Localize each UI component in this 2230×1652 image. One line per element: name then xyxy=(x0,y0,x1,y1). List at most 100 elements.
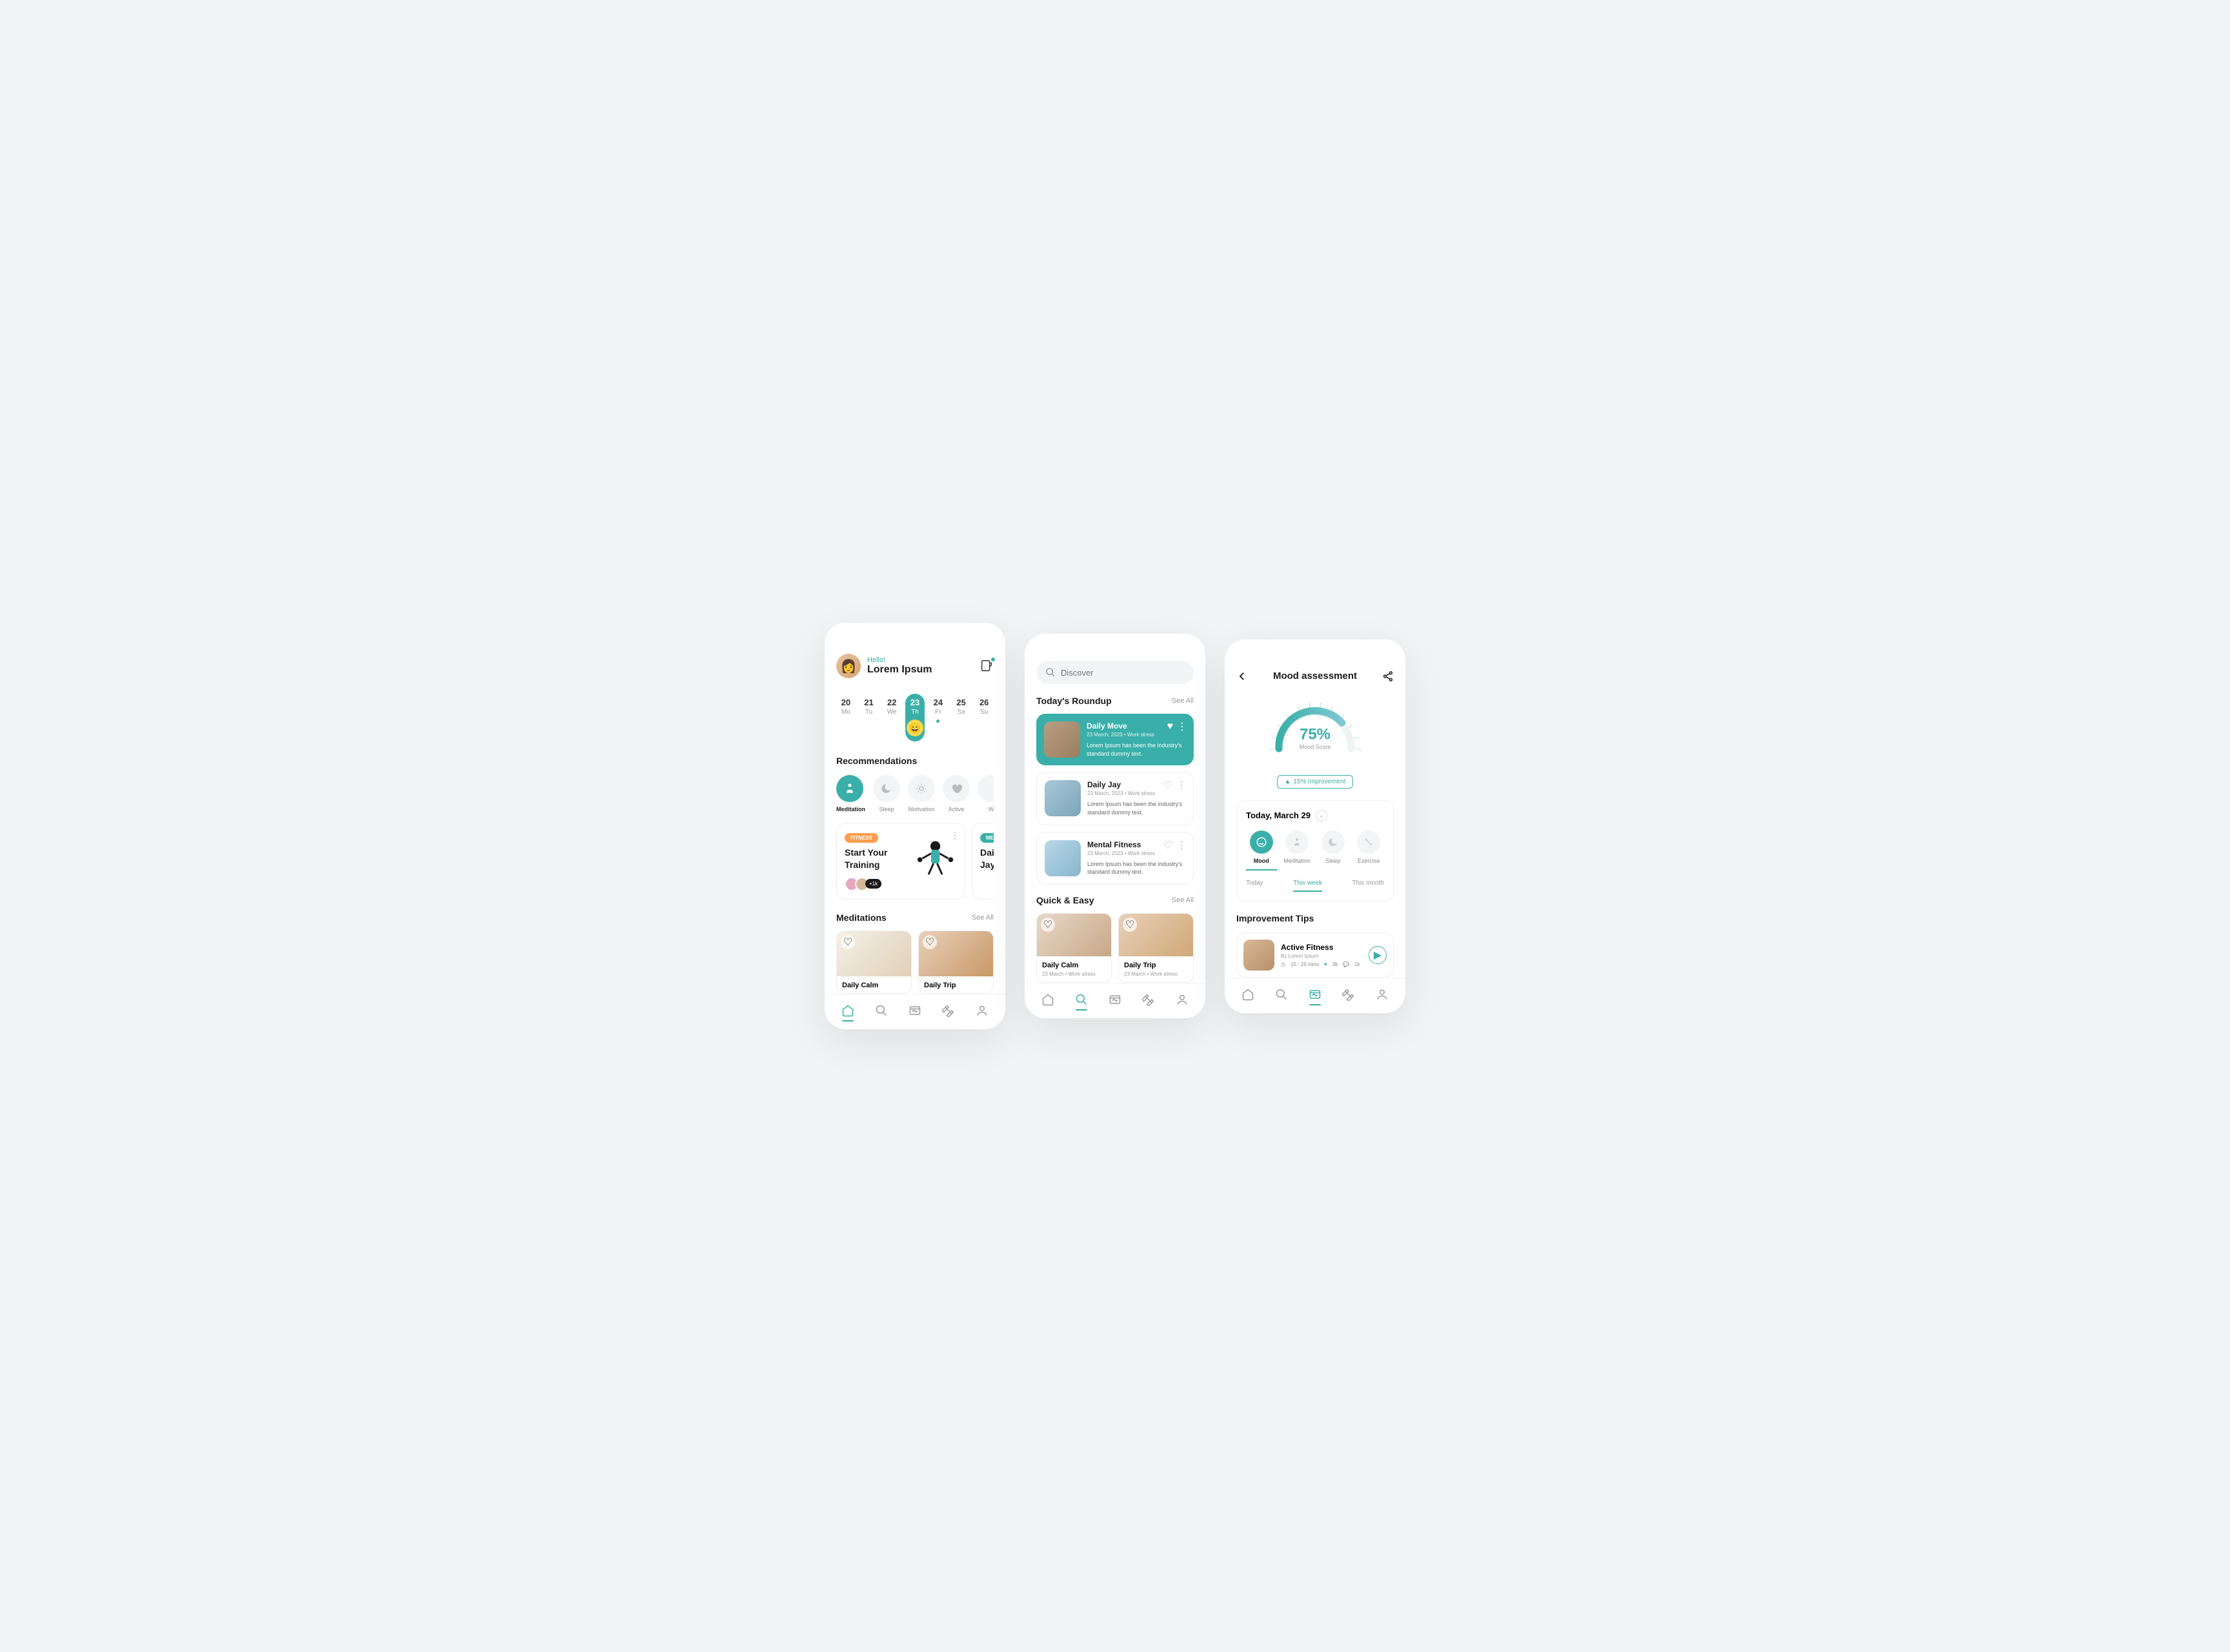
nav-search-icon[interactable] xyxy=(1274,987,1289,1002)
see-all-link[interactable]: See All xyxy=(972,914,994,922)
quickeasy-card[interactable]: ♡ Daily Calm23 March • Work stress xyxy=(1036,913,1112,983)
meditation-title: Daily Trip xyxy=(919,976,993,993)
search-input[interactable] xyxy=(1061,668,1185,678)
nav-profile-icon[interactable] xyxy=(1375,987,1389,1002)
more-icon[interactable]: ⋮ xyxy=(1176,839,1187,852)
date-20[interactable]: 20Mo xyxy=(836,694,856,741)
tag-meditation: MEDI xyxy=(980,833,994,843)
date-23-selected[interactable]: 23Th😄 xyxy=(905,694,925,741)
date-24[interactable]: 24Fr xyxy=(929,694,948,741)
nav-home-icon[interactable] xyxy=(1241,987,1255,1002)
tip-card[interactable]: Active Fitness By Lorem Ipsum ◷15 - 25 m… xyxy=(1236,932,1394,978)
tab-this-month[interactable]: This month xyxy=(1352,880,1384,892)
share-icon[interactable] xyxy=(1382,670,1394,682)
quickeasy-heading: Quick & Easy xyxy=(1036,895,1094,905)
card-title: Start Your Training xyxy=(845,847,903,870)
nav-home-icon[interactable] xyxy=(1041,992,1055,1007)
meditation-cards: ♡ Daily Calm ♡ Daily Trip xyxy=(836,931,994,994)
heart-icon[interactable]: ♡ xyxy=(1163,779,1172,792)
heart-icon[interactable]: ♥ xyxy=(1167,721,1174,732)
heart-icon[interactable]: ♡ xyxy=(1041,918,1055,932)
notification-icon[interactable] xyxy=(979,659,994,673)
card-title: Daily Jay xyxy=(980,847,994,870)
tips-heading: Improvement Tips xyxy=(1236,913,1394,923)
cat-mood[interactable]: Mood xyxy=(1246,831,1277,871)
roundup-card[interactable]: Daily Jay 23 March, 2023 • Work stress L… xyxy=(1036,772,1194,825)
nav-profile-icon[interactable] xyxy=(1175,992,1189,1007)
date-dot-icon xyxy=(936,720,939,723)
avatar[interactable]: 👩 xyxy=(836,654,861,678)
rec-motivation[interactable]: Motivation xyxy=(908,775,935,812)
page-title: Mood assessment xyxy=(1273,670,1357,681)
nav-workout-icon[interactable] xyxy=(941,1003,956,1018)
rec-meditation[interactable]: Meditation xyxy=(836,775,865,812)
header: Mood assessment xyxy=(1236,652,1394,682)
roundup-desc: Lorem Ipsum has been the industry's stan… xyxy=(1087,860,1185,876)
heart-icon[interactable]: ♡ xyxy=(841,935,855,949)
cat-sleep[interactable]: Sleep xyxy=(1318,831,1349,871)
cat-meditation[interactable]: Meditation xyxy=(1282,831,1313,871)
quickeasy-card[interactable]: ♡ Daily Trip23 March • Work stress xyxy=(1118,913,1194,983)
username: Lorem Ipsum xyxy=(867,664,932,676)
roundup-card-featured[interactable]: Daily Move 23 March, 2023 • Work stress … xyxy=(1036,714,1194,765)
search-icon xyxy=(1045,667,1056,678)
more-icon[interactable]: ⋮ xyxy=(1177,720,1187,733)
tip-image xyxy=(1243,940,1274,971)
nav-profile-icon[interactable] xyxy=(975,1003,989,1018)
bottom-nav xyxy=(825,994,1005,1029)
discover-screen: Today's Roundup See All Daily Move 23 Ma… xyxy=(1025,634,1205,1018)
nav-home-icon[interactable] xyxy=(841,1003,855,1018)
card-meditation[interactable]: MEDI Daily Jay xyxy=(972,823,994,899)
nav-gallery-icon[interactable] xyxy=(1108,992,1122,1007)
nav-search-icon[interactable] xyxy=(874,1003,889,1018)
date-25[interactable]: 25Sa xyxy=(952,694,971,741)
mood-screen: Mood assessment 75% Mood Score xyxy=(1225,640,1405,1013)
nav-search-icon[interactable] xyxy=(1074,992,1089,1007)
bottom-nav xyxy=(1225,978,1405,1013)
home-screen: 👩 Hello! Lorem Ipsum 20Mo 21Tu 22We 23Th… xyxy=(825,623,1005,1029)
gauge-value: 75% xyxy=(1300,725,1331,743)
roundup-image xyxy=(1045,840,1081,876)
improvement-badge: ▲ 15% Improvement xyxy=(1277,775,1352,789)
nav-gallery-icon[interactable] xyxy=(908,1003,922,1018)
recommendations-heading: Recommendations xyxy=(836,756,994,766)
heart-icon[interactable]: ♡ xyxy=(1123,918,1137,932)
see-all-link[interactable]: See All xyxy=(1172,697,1194,705)
date-26[interactable]: 26Su xyxy=(974,694,994,741)
meditation-title: Daily Calm xyxy=(837,976,911,993)
workout-illustration xyxy=(901,835,957,879)
heart-icon: ♥ xyxy=(1324,962,1327,967)
meditation-card[interactable]: ♡ Daily Trip xyxy=(918,931,994,994)
quickeasy-cards: ♡ Daily Calm23 March • Work stress ♡ Dai… xyxy=(1036,913,1194,983)
heart-icon[interactable]: ♡ xyxy=(1163,839,1172,852)
roundup-desc: Lorem Ipsum has been the industry's stan… xyxy=(1087,800,1185,816)
user-block[interactable]: 👩 Hello! Lorem Ipsum xyxy=(836,654,932,678)
roundup-heading: Today's Roundup xyxy=(1036,696,1112,706)
nav-workout-icon[interactable] xyxy=(1341,987,1356,1002)
back-icon[interactable] xyxy=(1236,670,1248,682)
rec-sleep[interactable]: Sleep xyxy=(873,775,900,812)
date-22[interactable]: 22We xyxy=(882,694,901,741)
date-21[interactable]: 21Tu xyxy=(859,694,879,741)
comment-icon: 💬 xyxy=(1343,962,1349,967)
clock-icon: ◷ xyxy=(1281,962,1285,967)
play-button[interactable]: ▶ xyxy=(1369,946,1387,964)
more-icon[interactable]: ⋮ xyxy=(1176,779,1187,792)
rec-more[interactable]: W xyxy=(978,775,994,812)
card-fitness[interactable]: ⋮ FITNESS Start Your Training +1k xyxy=(836,823,965,899)
search-bar[interactable] xyxy=(1036,661,1194,684)
tip-title: Active Fitness xyxy=(1281,943,1362,952)
nav-gallery-icon[interactable] xyxy=(1308,987,1322,1002)
nav-workout-icon[interactable] xyxy=(1141,992,1156,1007)
tab-today[interactable]: Today xyxy=(1246,880,1263,892)
roundup-desc: Lorem Ipsum has been the industry's stan… xyxy=(1087,741,1186,758)
chevron-down-icon[interactable]: ⌄ xyxy=(1316,810,1327,821)
roundup-card[interactable]: Mental Fitness 23 March, 2023 • Work str… xyxy=(1036,832,1194,885)
heart-icon[interactable]: ♡ xyxy=(923,935,937,949)
rec-active[interactable]: Active xyxy=(943,775,970,812)
meditation-card[interactable]: ♡ Daily Calm xyxy=(836,931,912,994)
bottom-nav xyxy=(1025,983,1205,1018)
tab-this-week[interactable]: This week xyxy=(1293,880,1322,892)
cat-exercise[interactable]: Exercise xyxy=(1354,831,1385,871)
see-all-link[interactable]: See All xyxy=(1172,896,1194,904)
